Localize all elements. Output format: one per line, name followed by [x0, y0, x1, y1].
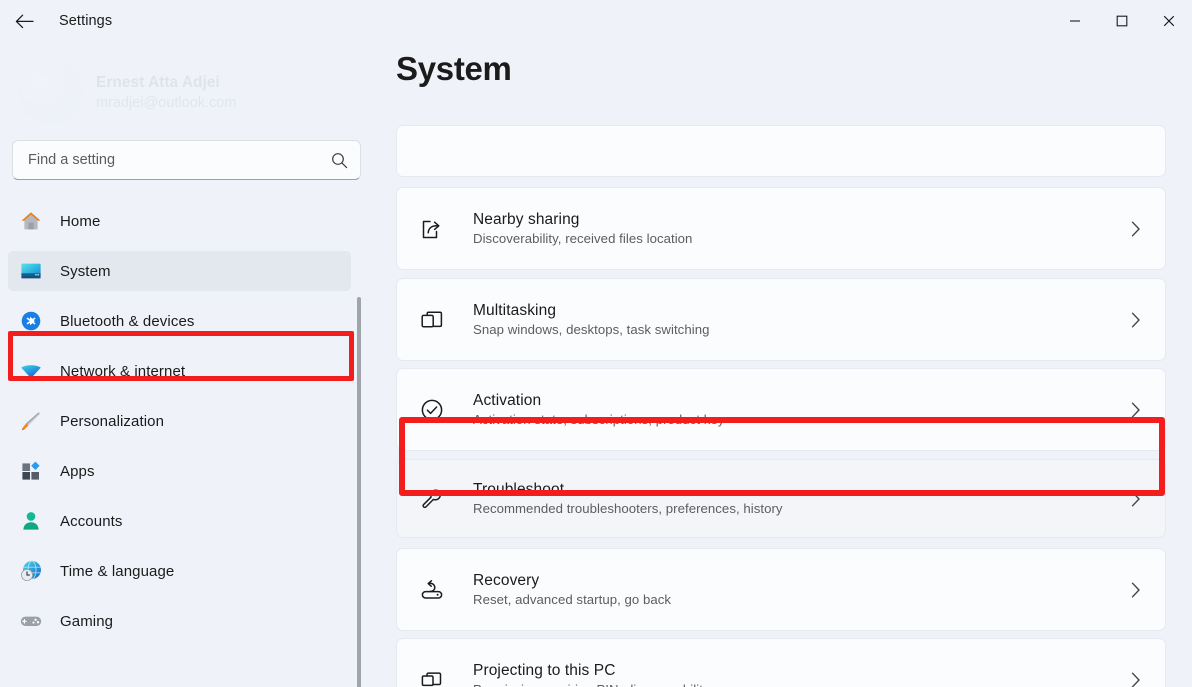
sidebar-item-network-and-internet[interactable]: Network & internet	[8, 351, 351, 391]
bluetooth-icon	[18, 308, 44, 334]
card-title: Activation	[473, 392, 542, 409]
project-screen-icon	[419, 667, 453, 687]
card-text: Troubleshoot Recommended troubleshooters…	[473, 481, 1123, 516]
sidebar-item-label: Home	[60, 212, 101, 230]
sidebar-item-accounts[interactable]: Accounts	[8, 501, 351, 541]
sidebar-item-system[interactable]: System	[8, 251, 351, 291]
sidebar-item-personalization[interactable]: Personalization	[8, 401, 351, 441]
settings-card-partial-top[interactable]	[396, 125, 1166, 177]
chevron-right-icon	[1123, 401, 1147, 419]
maximize-icon	[1116, 15, 1127, 27]
search-wrapper	[0, 140, 373, 180]
chevron-right-icon	[1123, 220, 1147, 238]
back-arrow-icon	[15, 14, 34, 28]
card-subtitle: Reset, advanced startup, go back	[473, 592, 672, 607]
card-subtitle: Discoverability, received files location	[473, 231, 693, 246]
clock-globe-icon	[18, 558, 44, 584]
card-text: Projecting to this PC Permissions, pairi…	[473, 662, 1123, 687]
sidebar-nav: Home System Bluetooth & devices Network …	[0, 201, 373, 687]
share-icon	[419, 216, 453, 242]
card-subtitle: Recommended troubleshooters, preferences…	[473, 501, 783, 516]
window-title: Settings	[59, 13, 113, 29]
window-controls	[1051, 0, 1192, 42]
chevron-right-icon	[1123, 490, 1147, 508]
paintbrush-icon	[18, 408, 44, 434]
card-title: Recovery	[473, 572, 540, 589]
wifi-icon	[18, 358, 44, 384]
title-bar: Settings	[0, 0, 1192, 42]
settings-card-projecting-to-this-pc[interactable]: Projecting to this PC Permissions, pairi…	[396, 638, 1166, 687]
profile-text: Ernest Atta Adjei mradjei@outlook.com	[96, 74, 236, 111]
chevron-right-icon	[1123, 671, 1147, 687]
back-button[interactable]	[7, 6, 41, 36]
sidebar-item-label: Time & language	[60, 562, 175, 580]
card-subtitle: Snap windows, desktops, task switching	[473, 322, 710, 337]
search-box[interactable]	[12, 140, 361, 180]
card-text: Activation Activation state, subscriptio…	[473, 392, 1123, 427]
maximize-button[interactable]	[1098, 0, 1145, 42]
person-icon	[18, 508, 44, 534]
minimize-button[interactable]	[1051, 0, 1098, 42]
close-button[interactable]	[1145, 0, 1192, 42]
sidebar-item-bluetooth-and-devices[interactable]: Bluetooth & devices	[8, 301, 351, 341]
settings-card-activation[interactable]: Activation Activation state, subscriptio…	[396, 368, 1166, 451]
profile-email: mradjei@outlook.com	[96, 94, 237, 111]
card-title: Projecting to this PC	[473, 662, 616, 679]
sidebar-item-label: Gaming	[60, 612, 114, 630]
sidebar: Ernest Atta Adjei mradjei@outlook.com Fi…	[0, 42, 373, 687]
card-text: Multitasking Snap windows, desktops, tas…	[473, 302, 1123, 337]
sidebar-item-label: Accounts	[60, 512, 123, 530]
card-subtitle: Permissions, pairing PIN, discoverabilit…	[473, 682, 1123, 687]
sidebar-item-label: Network & internet	[60, 362, 186, 380]
user-profile[interactable]: Ernest Atta Adjei mradjei@outlook.com	[0, 42, 373, 138]
settings-card-multitasking[interactable]: Multitasking Snap windows, desktops, tas…	[396, 278, 1166, 361]
minimize-icon	[1069, 20, 1080, 22]
sidebar-item-home[interactable]: Home	[8, 201, 351, 241]
sidebar-item-label: Apps	[60, 462, 95, 480]
card-title: Nearby sharing	[473, 211, 580, 228]
window-body: Ernest Atta Adjei mradjei@outlook.com Fi…	[0, 42, 1192, 687]
gamepad-icon	[18, 608, 44, 634]
close-icon	[1163, 15, 1174, 27]
windows-stack-icon	[419, 307, 453, 333]
wrench-icon	[419, 486, 453, 512]
home-icon	[18, 208, 44, 234]
profile-name: Ernest Atta Adjei	[96, 73, 220, 91]
settings-window: Settings Ernest Atta Adjei mradjei@outlo…	[0, 0, 1192, 687]
sidebar-item-apps[interactable]: Apps	[8, 451, 351, 491]
sidebar-item-label: Personalization	[60, 412, 165, 430]
search-icon[interactable]	[331, 152, 348, 169]
check-circle-icon	[419, 397, 453, 423]
card-title: Troubleshoot	[473, 481, 565, 498]
card-text: Recovery Reset, advanced startup, go bac…	[473, 572, 1123, 607]
recovery-drive-icon	[419, 577, 453, 603]
chevron-right-icon	[1123, 581, 1147, 599]
card-text: Nearby sharing Discoverability, received…	[473, 211, 1123, 246]
apps-icon	[18, 458, 44, 484]
page-title: System	[396, 50, 1166, 94]
settings-card-troubleshoot[interactable]: Troubleshoot Recommended troubleshooters…	[396, 459, 1166, 538]
sidebar-scrollbar[interactable]	[357, 297, 361, 687]
main-content: System Nearby sharing Discoverability, r…	[373, 42, 1192, 687]
monitor-icon	[18, 258, 44, 284]
sidebar-item-gaming[interactable]: Gaming	[8, 601, 351, 641]
avatar	[18, 60, 82, 124]
settings-card-list: Nearby sharing Discoverability, received…	[373, 42, 1192, 687]
card-title: Multitasking	[473, 302, 557, 319]
search-input[interactable]	[28, 152, 331, 168]
settings-card-nearby-sharing[interactable]: Nearby sharing Discoverability, received…	[396, 187, 1166, 270]
sidebar-item-time-and-language[interactable]: Time & language	[8, 551, 351, 591]
settings-card-recovery[interactable]: Recovery Reset, advanced startup, go bac…	[396, 548, 1166, 631]
sidebar-item-label: System	[60, 262, 111, 280]
card-subtitle: Activation state, subscriptions, product…	[473, 412, 725, 427]
chevron-right-icon	[1123, 311, 1147, 329]
sidebar-item-label: Bluetooth & devices	[60, 312, 195, 330]
